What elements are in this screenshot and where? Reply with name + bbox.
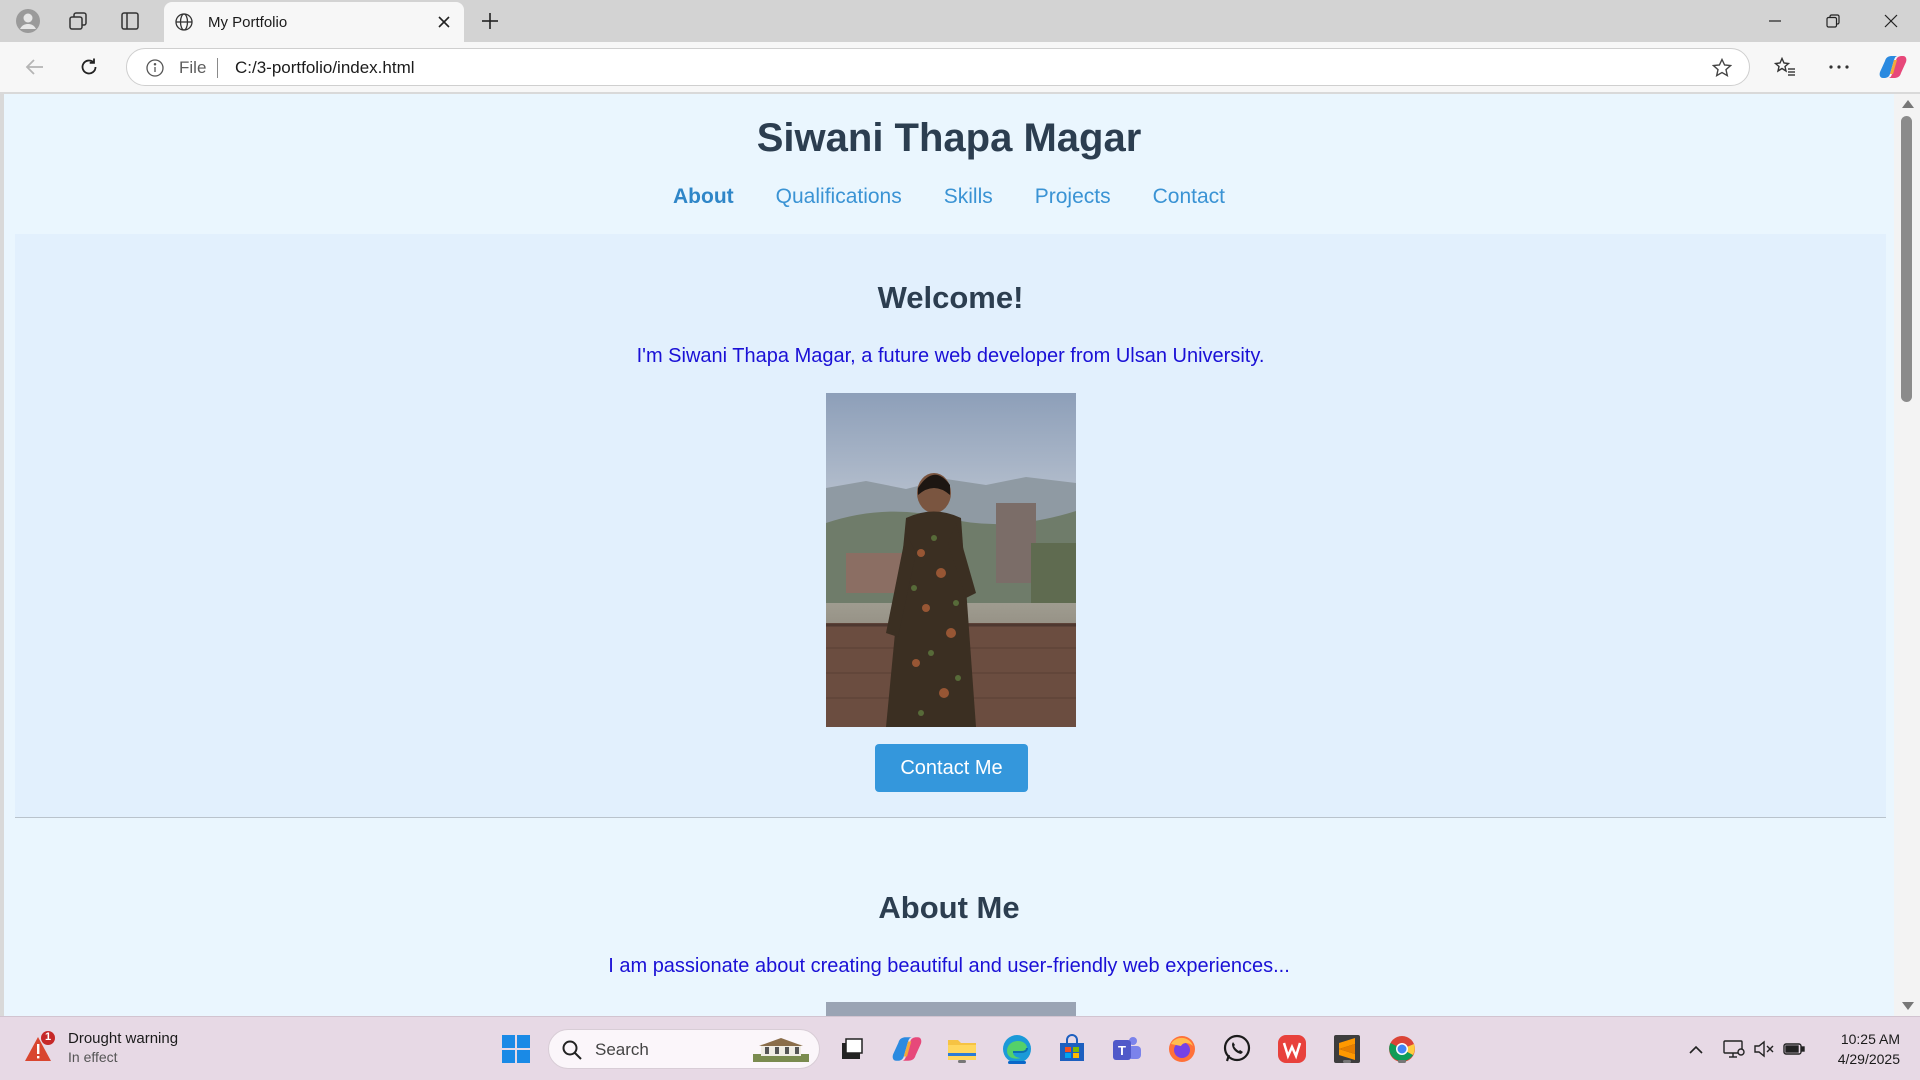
file-explorer-icon[interactable] — [944, 1031, 980, 1067]
title-bar: My Portfolio — [0, 0, 1920, 42]
microsoft-store-icon[interactable] — [1054, 1031, 1090, 1067]
search-placeholder: Search — [595, 1040, 649, 1059]
scroll-down-arrow[interactable] — [1902, 1002, 1914, 1010]
sublime-text-icon[interactable] — [1329, 1031, 1365, 1067]
scroll-up-arrow[interactable] — [1902, 100, 1914, 108]
clock-date: 4/29/2025 — [1837, 1051, 1900, 1067]
running-indicator-chrome — [1398, 1060, 1406, 1063]
chrome-icon[interactable] — [1384, 1031, 1420, 1067]
search-highlight-icon — [753, 1038, 809, 1062]
address-url[interactable]: C:/3-portfolio/index.html — [235, 58, 415, 78]
copilot-icon[interactable] — [1876, 51, 1910, 83]
about-photo — [826, 1002, 1076, 1016]
taskbar-search[interactable]: Search — [548, 1029, 820, 1069]
active-app-indicator — [1008, 1061, 1026, 1064]
page-viewport: Siwani Thapa Magar About Qualifications … — [4, 94, 1894, 1016]
nav-skills[interactable]: Skills — [944, 185, 993, 209]
copilot-app-icon[interactable] — [889, 1031, 925, 1067]
task-view-icon[interactable] — [834, 1031, 870, 1067]
profile-photo — [826, 393, 1076, 727]
running-indicator-sublime — [1343, 1060, 1351, 1063]
weather-title: Drought warning — [68, 1030, 179, 1047]
running-indicator — [958, 1060, 966, 1063]
system-clock[interactable]: 10:25 AM 4/29/2025 — [1838, 1029, 1900, 1069]
address-bar[interactable]: File C:/3-portfolio/index.html — [126, 48, 1750, 86]
more-options-icon[interactable] — [1822, 51, 1856, 83]
close-tab-icon[interactable] — [432, 10, 456, 34]
hero-section: Welcome! I'm Siwani Thapa Magar, a futur… — [15, 234, 1886, 818]
favorite-star-icon[interactable] — [1711, 57, 1733, 79]
nav-about[interactable]: About — [673, 185, 734, 209]
favorites-icon[interactable] — [1768, 51, 1802, 83]
firefox-icon[interactable] — [1164, 1031, 1200, 1067]
workspaces-icon[interactable] — [62, 6, 94, 36]
battery-icon[interactable] — [1782, 1037, 1806, 1061]
weather-subtitle: In effect — [68, 1049, 118, 1065]
scroll-thumb[interactable] — [1901, 116, 1912, 402]
edge-browser-icon[interactable] — [999, 1031, 1035, 1067]
restore-button[interactable] — [1804, 0, 1862, 42]
close-window-button[interactable] — [1862, 0, 1920, 42]
refresh-button[interactable] — [72, 51, 106, 83]
warning-icon: 1 — [24, 1031, 58, 1065]
tab-actions-icon[interactable] — [114, 6, 146, 36]
weather-widget[interactable]: 1 Drought warning In effect — [24, 1029, 178, 1067]
taskbar: 1 Drought warning In effect Search T 10:… — [0, 1016, 1920, 1080]
site-title: Siwani Thapa Magar — [756, 116, 1142, 160]
hero-intro: I'm Siwani Thapa Magar, a future web dev… — [636, 345, 1265, 367]
windows-start-icon[interactable] — [498, 1031, 534, 1067]
tab-title: My Portfolio — [208, 13, 288, 31]
hero-heading: Welcome! — [877, 280, 1024, 315]
profile-icon[interactable] — [12, 6, 44, 36]
info-icon[interactable] — [145, 58, 165, 78]
nav-contact[interactable]: Contact — [1153, 185, 1225, 209]
network-icon[interactable] — [1722, 1037, 1746, 1061]
nav-projects[interactable]: Projects — [1035, 185, 1111, 209]
show-hidden-icons-chevron-icon[interactable] — [1684, 1037, 1708, 1061]
clock-time: 10:25 AM — [1840, 1031, 1900, 1047]
site-header: Siwani Thapa Magar About Qualifications … — [4, 94, 1894, 234]
weather-badge: 1 — [44, 1031, 52, 1043]
address-scheme: File — [179, 58, 207, 77]
browser-toolbar: File C:/3-portfolio/index.html — [0, 42, 1920, 92]
about-heading: About Me — [878, 890, 1020, 925]
main-nav: About Qualifications Skills Projects Con… — [4, 185, 1894, 209]
minimize-button[interactable] — [1746, 0, 1804, 42]
search-icon — [562, 1040, 582, 1060]
about-text: I am passionate about creating beautiful… — [608, 955, 1290, 977]
new-tab-button[interactable] — [474, 6, 506, 36]
teams-icon[interactable]: T — [1109, 1031, 1145, 1067]
vertical-scrollbar[interactable] — [1894, 94, 1920, 1016]
contact-me-button[interactable]: Contact Me — [875, 744, 1028, 792]
nav-qualifications[interactable]: Qualifications — [776, 185, 902, 209]
wps-office-icon[interactable] — [1274, 1031, 1310, 1067]
svg-text:T: T — [1118, 1043, 1126, 1058]
address-divider — [217, 58, 218, 78]
tab-my-portfolio[interactable]: My Portfolio — [164, 2, 464, 42]
volume-muted-icon[interactable] — [1752, 1037, 1776, 1061]
whatsapp-icon[interactable] — [1219, 1031, 1255, 1067]
back-button[interactable] — [18, 51, 52, 83]
globe-icon — [172, 10, 196, 34]
